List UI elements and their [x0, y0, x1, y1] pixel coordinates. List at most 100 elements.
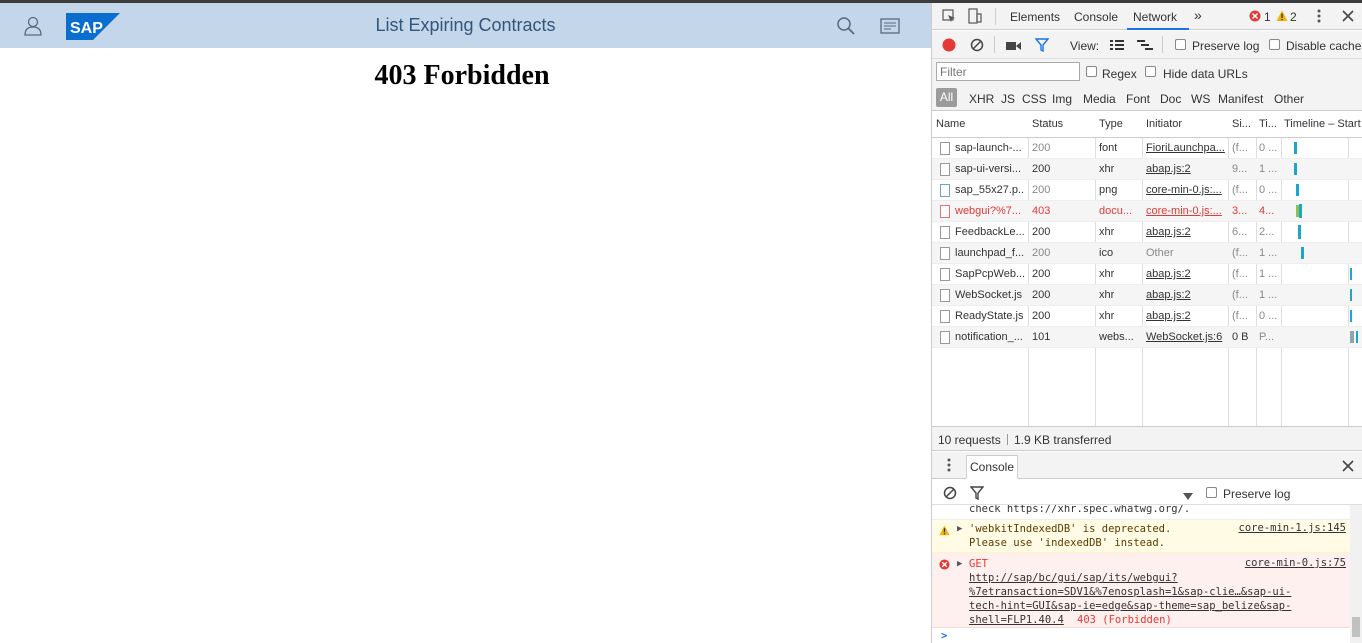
column-header-timeline[interactable]: Timeline – Start T — [1284, 118, 1362, 130]
request-initiator[interactable]: abap.js:2 — [1146, 268, 1226, 280]
sap-logo[interactable]: SAP — [66, 13, 120, 40]
regex-checkbox[interactable] — [1086, 66, 1097, 77]
table-row[interactable]: sap_55x27.p... 200 png core-min-0.js:...… — [932, 180, 1362, 201]
table-row-error[interactable]: webgui?%7... 403 docu... core-min-0.js:.… — [932, 201, 1362, 222]
request-type: docu... — [1099, 205, 1133, 217]
column-header-name[interactable]: Name — [936, 118, 965, 130]
type-filter-other[interactable]: Other — [1274, 92, 1304, 106]
warning-count[interactable]: 2 — [1290, 10, 1297, 24]
request-status: 200 — [1032, 289, 1051, 301]
type-filter-font[interactable]: Font — [1126, 92, 1150, 106]
request-status: 200 — [1032, 226, 1051, 238]
devtools-panel: Elements Console Network » 1 2 View: Pre… — [931, 3, 1362, 643]
request-url-link[interactable]: %7etransaction=SDV1&%7enosplash=1&sap-cl… — [969, 585, 1291, 599]
notifications-list-icon[interactable] — [879, 16, 901, 36]
error-count[interactable]: 1 — [1264, 10, 1271, 24]
type-filter-media[interactable]: Media — [1083, 92, 1116, 106]
console-scrollbar[interactable] — [1350, 505, 1362, 643]
request-status: 403 — [1032, 205, 1051, 217]
request-initiator[interactable]: abap.js:2 — [1146, 226, 1226, 238]
console-prompt[interactable]: > — [941, 629, 947, 643]
table-row[interactable]: sap-launch-... 200 font FioriLaunchpa...… — [932, 138, 1362, 159]
device-toolbar-icon[interactable] — [968, 8, 982, 27]
more-tabs-icon[interactable]: » — [1194, 7, 1202, 23]
devtools-tabbar: Elements Console Network » 1 2 — [932, 3, 1362, 30]
request-initiator[interactable]: abap.js:2 — [1146, 289, 1226, 301]
record-icon[interactable] — [942, 38, 956, 55]
shell-title: List Expiring Contracts — [375, 15, 556, 35]
hide-data-urls-checkbox[interactable] — [1145, 66, 1156, 77]
request-initiator[interactable]: abap.js:2 — [1146, 163, 1226, 175]
tab-elements[interactable]: Elements — [1010, 10, 1060, 24]
preserve-log-checkbox[interactable] — [1175, 39, 1186, 50]
table-row[interactable]: launchpad_f... 200 ico Other (f... 1 ... — [932, 243, 1362, 264]
request-initiator[interactable]: core-min-0.js:... — [1146, 184, 1226, 196]
tab-console[interactable]: Console — [1074, 10, 1118, 24]
user-icon[interactable] — [22, 15, 44, 37]
table-header: Name Status Type Initiator Si... Ti... T… — [932, 111, 1362, 138]
kebab-menu-icon[interactable] — [1316, 9, 1322, 28]
request-count: 10 requests — [938, 433, 1001, 447]
filter-icon[interactable] — [1034, 38, 1050, 55]
clear-icon[interactable] — [970, 38, 984, 55]
error-icon[interactable] — [1249, 10, 1261, 25]
tab-network[interactable]: Network — [1133, 10, 1177, 24]
table-row[interactable]: SapPcpWeb... 200 xhr abap.js:2 (f... 1 .… — [932, 264, 1362, 285]
expand-arrow-icon[interactable]: ▶ — [957, 522, 962, 536]
scrollbar-thumb[interactable] — [1352, 617, 1360, 637]
column-header-initiator[interactable]: Initiator — [1146, 118, 1182, 130]
context-dropdown-icon[interactable] — [1183, 489, 1193, 503]
table-row[interactable]: notification_... 101 webs... WebSocket.j… — [932, 327, 1362, 348]
request-initiator[interactable]: core-min-0.js:... — [1146, 205, 1226, 217]
request-initiator[interactable]: WebSocket.js:6 — [1146, 331, 1226, 343]
request-url-link[interactable]: shell=FLP1.40.4 — [969, 613, 1064, 627]
capture-screenshots-icon[interactable] — [1006, 40, 1022, 54]
drawer-tab-console[interactable]: Console — [966, 455, 1018, 479]
drawer-close-icon[interactable] — [1342, 460, 1354, 475]
type-filter-js[interactable]: JS — [1001, 92, 1015, 106]
request-url-link[interactable]: tech-hint=GUI&sap-ie=edge&sap-theme=sap_… — [969, 599, 1291, 613]
request-name: FeedbackLe... — [955, 226, 1025, 238]
inspect-element-icon[interactable] — [942, 9, 956, 26]
console-source-link[interactable]: core-min-1.js:145 — [1239, 522, 1346, 534]
request-url-link[interactable]: http://sap/bc/gui/sap/its/webgui? — [969, 571, 1178, 585]
filter-input[interactable] — [936, 62, 1080, 81]
type-filter-doc[interactable]: Doc — [1160, 92, 1181, 106]
disable-cache-checkbox[interactable] — [1269, 39, 1280, 50]
type-filter-xhr[interactable]: XHR — [969, 92, 994, 106]
expand-arrow-icon[interactable]: ▶ — [957, 557, 962, 571]
request-initiator[interactable]: abap.js:2 — [1146, 310, 1226, 322]
large-rows-icon[interactable] — [1110, 39, 1124, 54]
request-time: 0 ... — [1259, 310, 1278, 322]
console-source-link[interactable]: core-min-0.js:75 — [1245, 557, 1346, 569]
view-label: View: — [1070, 39, 1100, 53]
request-time: 1 ... — [1259, 268, 1278, 280]
table-row[interactable]: ReadyState.js 200 xhr abap.js:2 (f... 0 … — [932, 306, 1362, 327]
column-header-type[interactable]: Type — [1099, 118, 1123, 130]
table-row[interactable]: sap-ui-versi... 200 xhr abap.js:2 9... 1… — [932, 159, 1362, 180]
request-initiator[interactable]: FioriLaunchpa... — [1146, 142, 1226, 154]
column-header-time[interactable]: Ti... — [1259, 118, 1279, 130]
table-row[interactable]: FeedbackLe... 200 xhr abap.js:2 6... 2..… — [932, 222, 1362, 243]
console-filter-icon[interactable] — [969, 486, 985, 503]
search-icon[interactable] — [836, 16, 856, 36]
type-filter-ws[interactable]: WS — [1191, 92, 1210, 106]
type-filter-img[interactable]: Img — [1052, 92, 1072, 106]
column-header-status[interactable]: Status — [1032, 118, 1063, 130]
console-clear-icon[interactable] — [943, 486, 957, 503]
column-header-size[interactable]: Si... — [1232, 118, 1254, 130]
type-filter-css[interactable]: CSS — [1022, 92, 1047, 106]
file-icon — [940, 247, 950, 260]
drawer-menu-icon[interactable] — [946, 458, 952, 477]
close-icon[interactable] — [1342, 10, 1354, 25]
request-status: 200 — [1032, 247, 1051, 259]
type-filter-all[interactable]: All — [936, 88, 957, 107]
warning-icon[interactable] — [1276, 10, 1288, 25]
console-preserve-log-checkbox[interactable] — [1206, 487, 1217, 498]
separator — [995, 8, 996, 25]
waterfall-overview-icon[interactable] — [1137, 39, 1153, 54]
network-request-table: Name Status Type Initiator Si... Ti... T… — [932, 111, 1362, 426]
table-row[interactable]: WebSocket.js 200 xhr abap.js:2 (f... 1 .… — [932, 285, 1362, 306]
type-filter-manifest[interactable]: Manifest — [1218, 92, 1263, 106]
document-file-icon — [940, 205, 950, 218]
